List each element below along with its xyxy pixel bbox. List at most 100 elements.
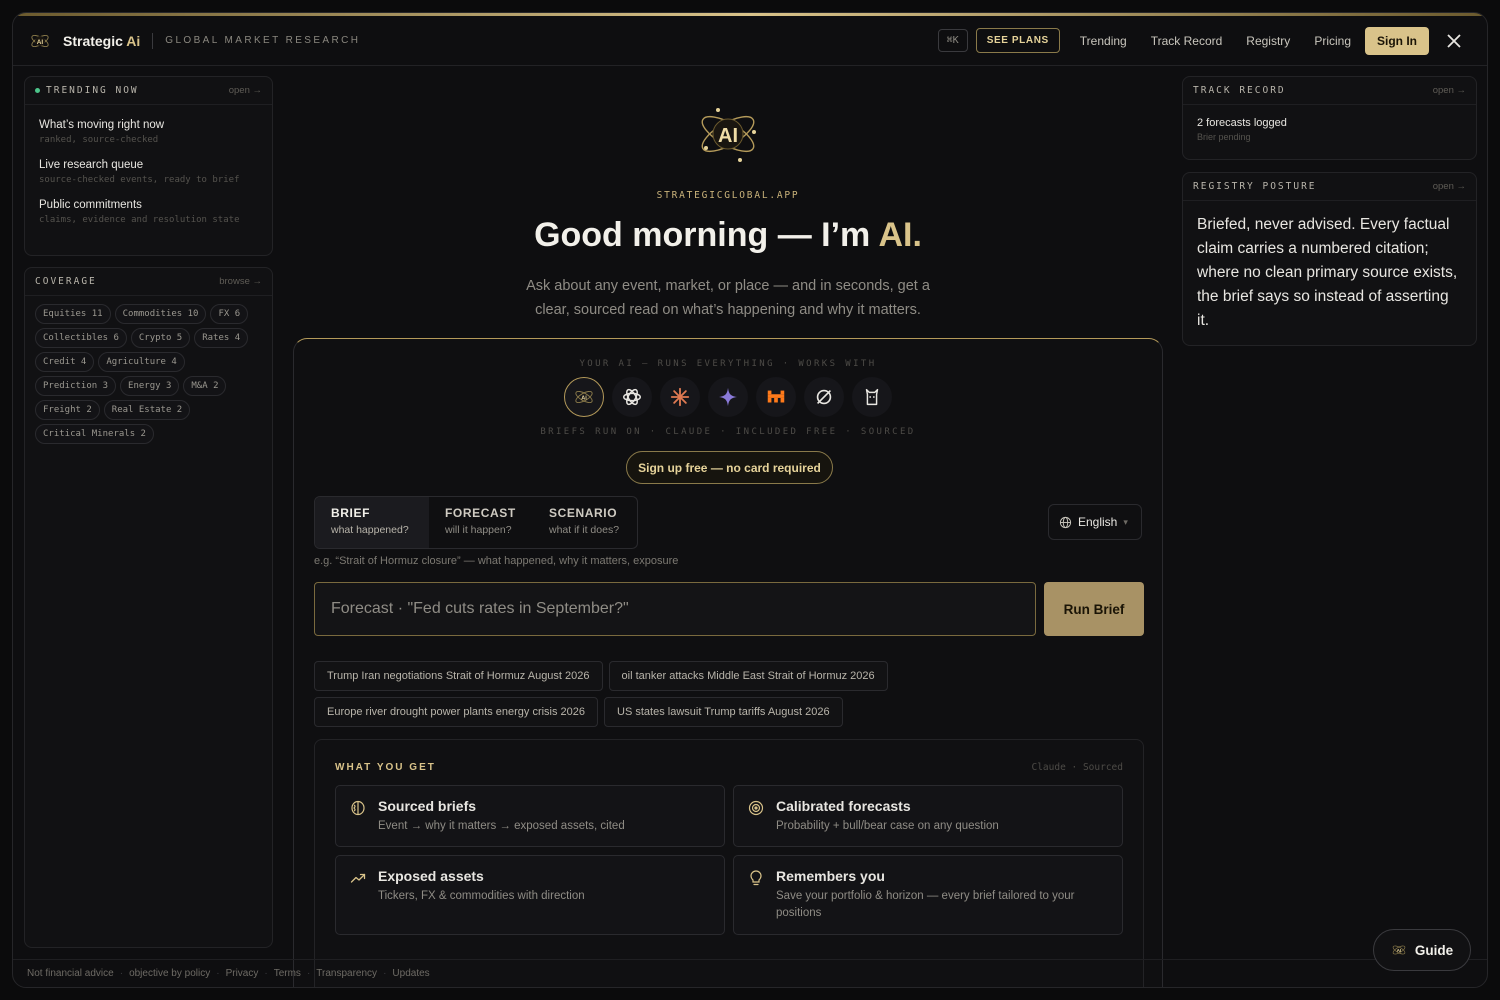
language-select[interactable]: English ▾ — [1048, 504, 1142, 540]
svg-text:AI: AI — [37, 38, 44, 45]
strategic-ai-model-icon[interactable]: AI — [564, 377, 604, 417]
tab-label: SCENARIO — [549, 506, 618, 520]
atom-hero-icon: AI — [701, 108, 756, 162]
brand-text: Strategic — [63, 32, 123, 49]
trending-up-icon — [350, 873, 366, 883]
coverage-panel: COVERAGE browse → Equities 11 Commoditie… — [24, 267, 273, 948]
sign-in-button[interactable]: Sign In — [1365, 26, 1429, 55]
guide-label: Guide — [1414, 942, 1454, 958]
coverage-browse-link[interactable]: browse → — [219, 276, 262, 287]
footer-transparency-link[interactable]: Transparency — [316, 968, 377, 979]
chip-rates[interactable]: Rates 4 — [194, 328, 249, 348]
feature-calibrated-forecasts: Calibrated forecasts Probability + bull/… — [733, 785, 1123, 847]
openai-icon[interactable] — [612, 377, 652, 417]
trending-item-title: Public commitments — [39, 199, 142, 211]
tab-forecast[interactable]: FORECAST will it happen? — [429, 497, 533, 548]
command-palette-button[interactable]: ⌘K — [937, 29, 968, 52]
footer-terms-link[interactable]: Terms — [274, 968, 301, 979]
globe-icon — [1059, 516, 1072, 528]
suggestion-chip[interactable]: Trump Iran negotiations Strait of Hormuz… — [314, 661, 603, 691]
nav-pricing[interactable]: Pricing — [1314, 34, 1351, 48]
atom-logo-icon[interactable]: AI — [29, 30, 51, 52]
ollama-icon[interactable] — [852, 377, 892, 417]
trending-item-title: What’s moving right now — [39, 119, 165, 131]
footer-updates-link[interactable]: Updates — [392, 968, 429, 979]
feature-desc: Tickers, FX & commodities with direction — [378, 890, 585, 902]
works-with-label: YOUR AI — RUNS EVERYTHING · WORKS WITH — [579, 359, 877, 369]
nav-trending[interactable]: Trending — [1080, 34, 1127, 48]
registry-open-link[interactable]: open → — [1433, 181, 1466, 192]
trending-panel: TRENDING NOW open → What’s moving right … — [24, 76, 273, 256]
registry-posture-text: Briefed, never advised. Every factual cl… — [1197, 216, 1458, 329]
chip-real-estate[interactable]: Real Estate 2 — [103, 400, 191, 420]
tab-brief[interactable]: BRIEF what happened? — [315, 497, 429, 548]
guide-button[interactable]: AI Guide — [1373, 929, 1471, 971]
tab-desc: what happened? — [331, 524, 409, 536]
query-card: YOUR AI — RUNS EVERYTHING · WORKS WITH A… — [293, 338, 1163, 987]
tagline: GLOBAL MARKET RESEARCH — [165, 35, 361, 46]
brain-icon — [351, 800, 365, 816]
grok-icon[interactable] — [804, 377, 844, 417]
chip-crypto[interactable]: Crypto 5 — [130, 328, 191, 348]
gemini-icon[interactable] — [708, 377, 748, 417]
tab-label: FORECAST — [445, 506, 516, 520]
footer-privacy-link[interactable]: Privacy — [226, 968, 259, 979]
trending-item-queue[interactable]: Live research queue source-checked event… — [25, 159, 272, 185]
track-record-panel: TRACK RECORD open → 2 forecasts logged B… — [1182, 76, 1477, 160]
registry-posture-panel: REGISTRY POSTURE open → Briefed, never a… — [1182, 172, 1477, 346]
header-divider — [152, 32, 154, 49]
brier-status: Brier pending — [1197, 132, 1251, 142]
language-value: English — [1078, 515, 1118, 529]
model-row: AI — [294, 377, 1162, 417]
x-social-icon[interactable] — [1437, 26, 1471, 56]
suggestion-chip[interactable]: US states lawsuit Trump tariffs August 2… — [604, 697, 843, 727]
feature-desc: Probability + bull/bear case on any ques… — [776, 820, 999, 832]
see-plans-button[interactable]: SEE PLANS — [975, 28, 1060, 53]
trending-item-sub: claims, evidence and resolution state — [39, 215, 240, 225]
chip-commodities[interactable]: Commodities 10 — [114, 304, 207, 324]
chip-agriculture[interactable]: Agriculture 4 — [98, 352, 185, 372]
chip-collectibles[interactable]: Collectibles 6 — [35, 328, 127, 348]
mistral-icon[interactable] — [756, 377, 796, 417]
chip-fx[interactable]: FX 6 — [210, 304, 249, 324]
sign-up-free-button[interactable]: Sign up free — no card required — [626, 451, 833, 484]
query-input[interactable] — [314, 582, 1036, 636]
trending-item-moving[interactable]: What’s moving right now ranked, source-c… — [25, 119, 272, 145]
runs-on-label: BRIEFS RUN ON · CLAUDE · INCLUDED FREE ·… — [540, 427, 916, 437]
track-record-open-link[interactable]: open → — [1433, 85, 1466, 96]
chip-critical-minerals[interactable]: Critical Minerals 2 — [35, 424, 154, 444]
hero-subtitle: Ask about any event, market, or place — … — [526, 278, 930, 318]
tab-scenario[interactable]: SCENARIO what if it does? — [533, 497, 637, 548]
greeting-text: Good morning — I’m — [534, 216, 879, 254]
brand-name[interactable]: Strategic Ai — [63, 33, 140, 49]
coverage-title: COVERAGE — [35, 276, 97, 287]
run-brief-button[interactable]: Run Brief — [1044, 582, 1144, 636]
registry-posture-title: REGISTRY POSTURE — [1193, 181, 1317, 192]
live-dot — [35, 88, 40, 93]
chip-freight[interactable]: Freight 2 — [35, 400, 100, 420]
suggestion-chip[interactable]: oil tanker attacks Middle East Strait of… — [608, 661, 888, 691]
greeting-heading: Good morning — I’m AI. — [293, 216, 1163, 255]
trending-open-link[interactable]: open → — [229, 85, 262, 96]
claude-icon[interactable] — [660, 377, 700, 417]
nav-registry[interactable]: Registry — [1246, 34, 1290, 48]
suggestion-chip[interactable]: Europe river drought power plants energy… — [314, 697, 599, 727]
chip-equities[interactable]: Equities 11 — [35, 304, 111, 324]
chip-credit[interactable]: Credit 4 — [35, 352, 95, 372]
suggestion-list: Trump Iran negotiations Strait of Hormuz… — [314, 661, 1144, 727]
chevron-down-icon: ▾ — [1123, 516, 1128, 527]
tab-desc: will it happen? — [445, 524, 512, 536]
trending-item-title: Live research queue — [39, 159, 144, 171]
lightbulb-icon — [750, 870, 762, 886]
nav-track-record[interactable]: Track Record — [1151, 34, 1223, 48]
track-record-body[interactable]: 2 forecasts logged Brier pending — [1183, 105, 1476, 154]
mode-tabs: BRIEF what happened? FORECAST will it ha… — [314, 496, 638, 549]
what-you-get-meta: Claude · Sourced — [1031, 762, 1123, 773]
chip-ma[interactable]: M&A 2 — [183, 376, 227, 396]
chip-energy[interactable]: Energy 3 — [120, 376, 180, 396]
chip-prediction[interactable]: Prediction 3 — [35, 376, 117, 396]
trending-item-sub: source-checked events, ready to brief — [39, 175, 240, 185]
feature-desc: Save your portfolio & horizon — every br… — [776, 890, 1075, 919]
site-domain: STRATEGICGLOBAL.APP — [656, 190, 800, 201]
trending-item-commitments[interactable]: Public commitments claims, evidence and … — [25, 199, 272, 225]
